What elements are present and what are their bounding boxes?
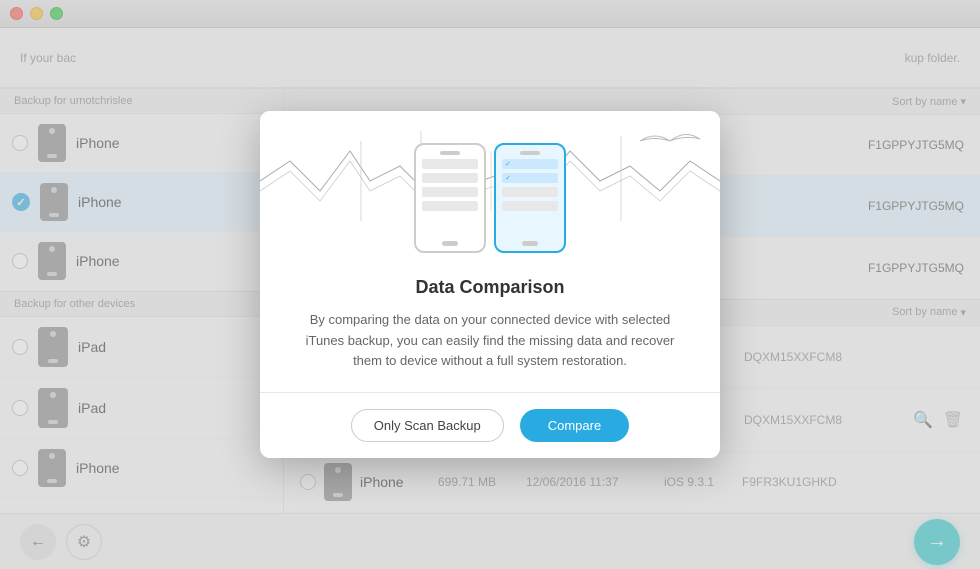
phone-mockup-right: ✓ ✓ — [494, 143, 566, 253]
modal-overlay[interactable]: ✓ ✓ Data Comparison By comparing the dat… — [0, 0, 980, 569]
phone-line-4 — [422, 201, 478, 211]
modal-description: By comparing the data on your connected … — [260, 310, 720, 392]
modal-actions: Only Scan Backup Compare — [260, 393, 720, 458]
modal-dialog: ✓ ✓ Data Comparison By comparing the dat… — [260, 111, 720, 458]
checkmark-2: ✓ — [504, 174, 512, 182]
modal-visual: ✓ ✓ — [260, 111, 720, 273]
phone-line-1 — [422, 159, 478, 169]
phone-line-2 — [422, 173, 478, 183]
phone-mockup-left — [414, 143, 486, 253]
scan-backup-button[interactable]: Only Scan Backup — [351, 409, 504, 442]
phone-line-check-3 — [502, 187, 558, 197]
phone-line-check-2: ✓ — [502, 173, 558, 183]
phone-line-check-1: ✓ — [502, 159, 558, 169]
phone-line-check-4 — [502, 201, 558, 211]
waveform-svg — [260, 111, 720, 251]
phone-line-3 — [422, 187, 478, 197]
checkmark-1: ✓ — [504, 160, 512, 168]
compare-button[interactable]: Compare — [520, 409, 629, 442]
modal-title: Data Comparison — [415, 273, 564, 310]
